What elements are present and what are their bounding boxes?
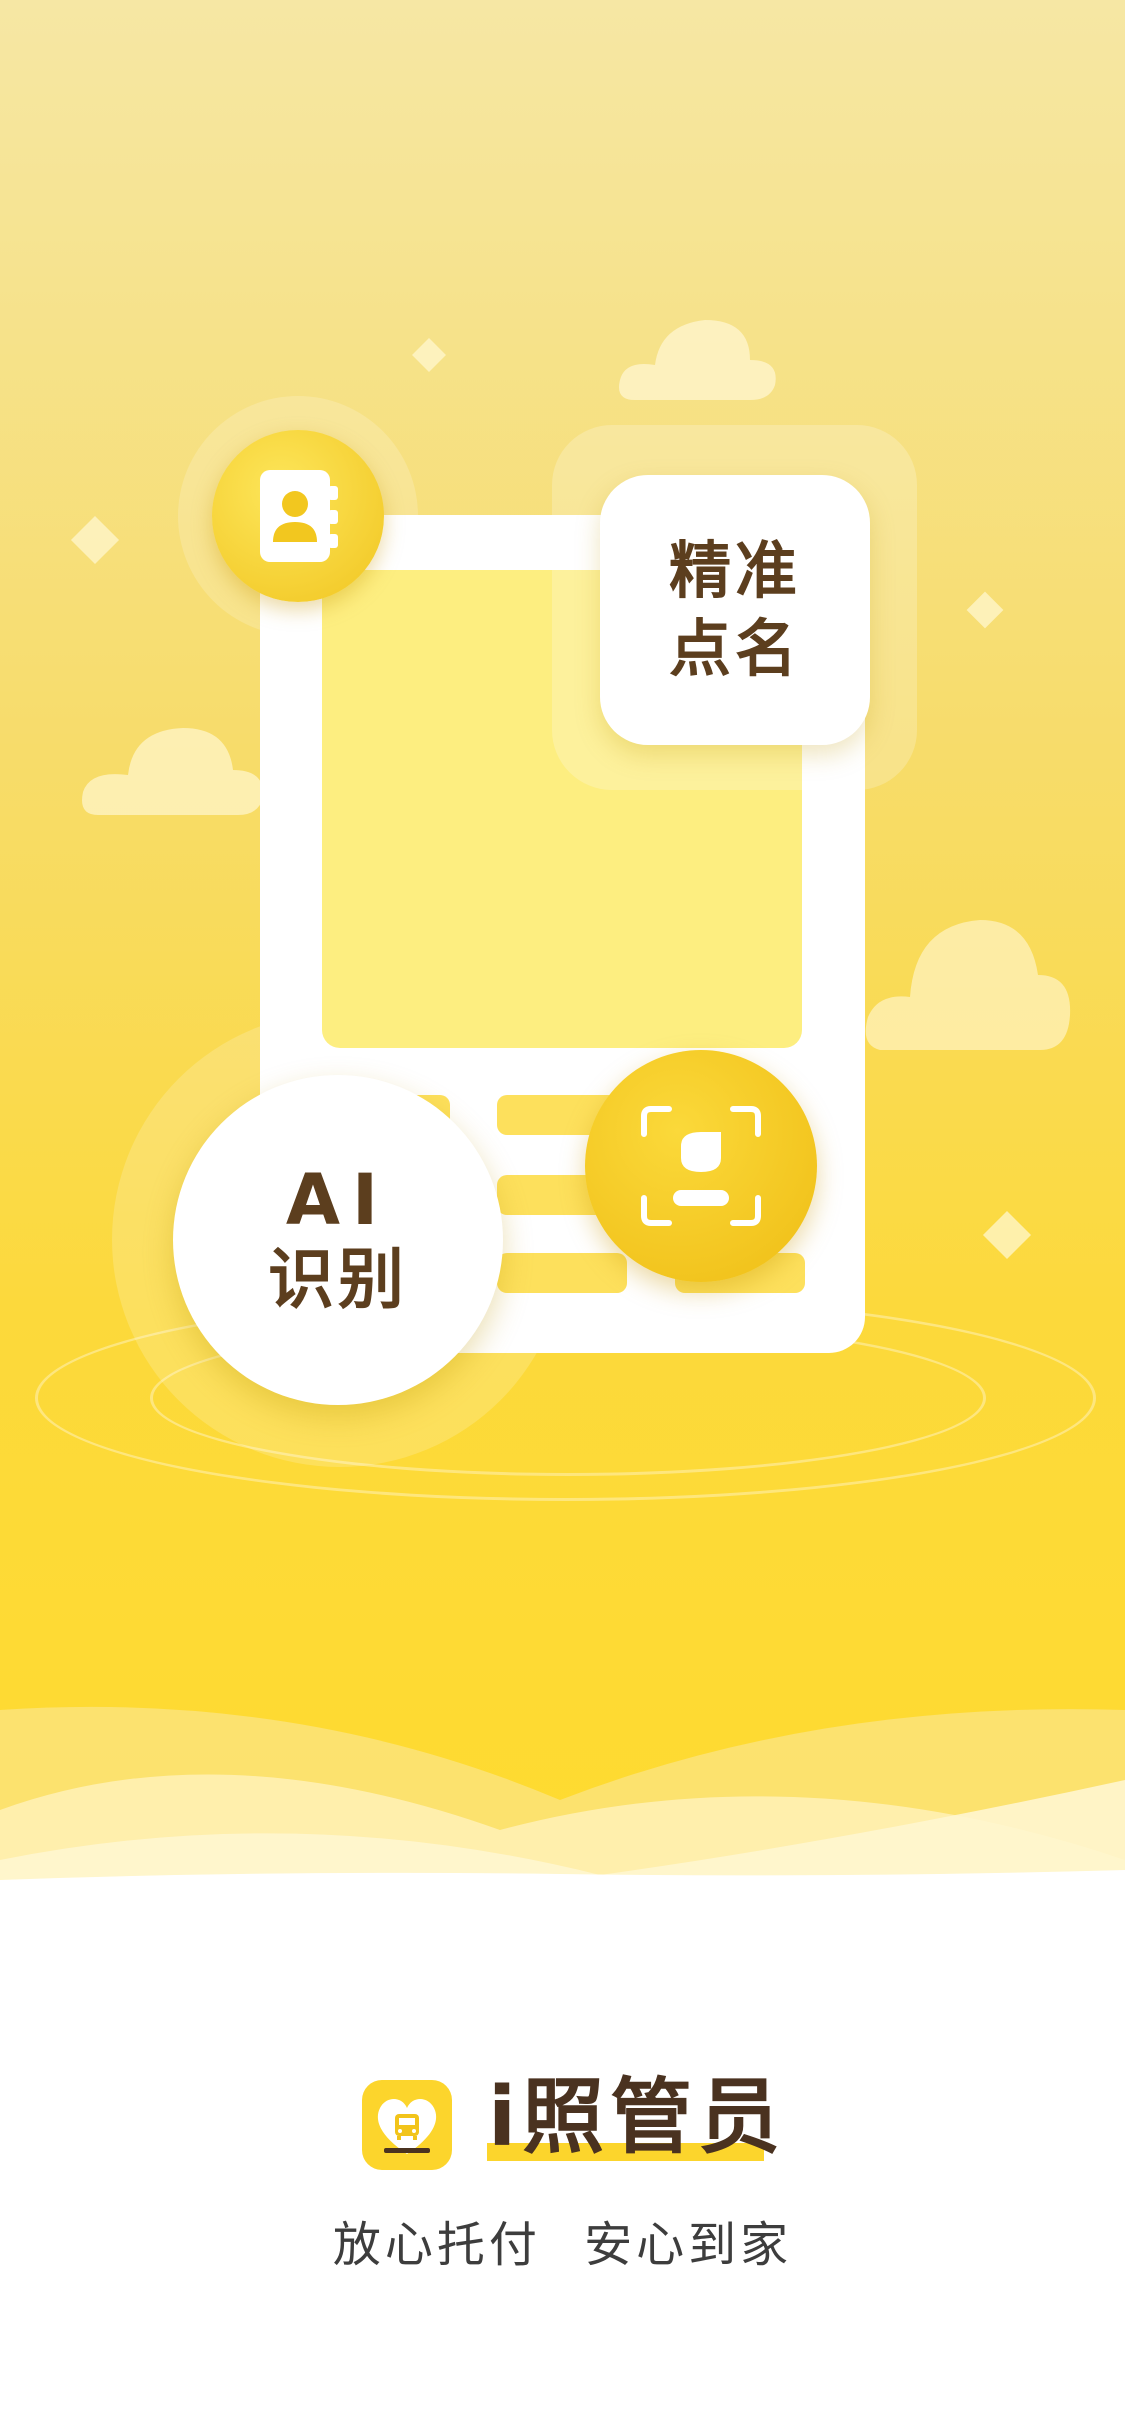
cloud-shape [82,728,264,815]
app-logo-icon [362,2080,452,2170]
roll-call-label-line2: 点名 [668,612,801,685]
roll-call-label: 精准 点名 [669,532,801,688]
sparkle-diamond [966,591,1004,629]
white-wave [0,1870,1125,1890]
contact-book-icon [260,470,338,562]
cloud-shape [619,320,776,400]
screen-bar [497,1253,627,1293]
school-bus-heart-icon [377,2099,437,2154]
roll-call-card: 精准 点名 [600,475,870,745]
roll-call-label-line1: 精准 [668,534,801,607]
ai-label-line2: 识别 [268,1241,408,1318]
cloud-shape [865,920,1071,1050]
contact-book-badge [212,430,384,602]
sparkle-diamond [412,338,446,372]
app-name-main: 照管员 [522,2070,787,2165]
slogan-part1: 放心托付 [332,2217,541,2273]
splash-hero: 精准 点名 AI 识别 [0,0,1125,1880]
app-name: i照管员 [488,2068,786,2168]
ai-recognition-badge: AI 识别 [173,1075,503,1405]
ai-label-line1: AI [285,1159,391,1241]
app-name-prefix: i [488,2070,523,2165]
face-scan-icon [641,1106,761,1226]
sparkle-diamond [70,515,120,565]
face-scan-badge [585,1050,817,1282]
sparkle-diamond [982,1210,1032,1260]
slogan-part2: 安心到家 [584,2217,793,2273]
slogan: 放心托付 安心到家 [0,2205,1125,2275]
